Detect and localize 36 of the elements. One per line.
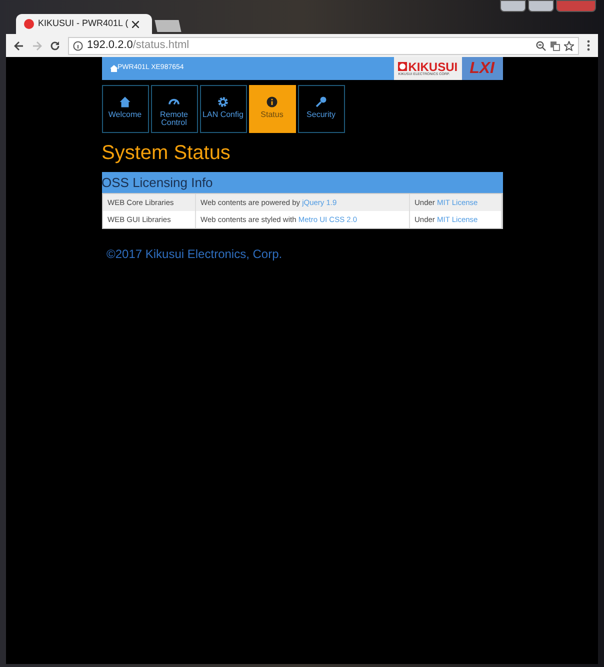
address-bar[interactable]: 192.0.2.0/status.html [68, 36, 579, 54]
tab-title: KIKUSUI - PWR401L ( [38, 17, 128, 30]
zoom-out-icon[interactable] [536, 40, 546, 50]
info-icon [73, 40, 83, 50]
back-icon[interactable] [14, 40, 24, 50]
panel-title: OSS Licensing Info [102, 174, 213, 192]
nav-tile[interactable]: Remote Control [150, 85, 198, 133]
close-icon[interactable] [132, 20, 140, 28]
browser-tab[interactable]: KIKUSUI - PWR401L ( [16, 14, 152, 34]
gear-icon [217, 96, 229, 108]
url-text: 192.0.2.0/status.html [87, 38, 190, 54]
translate-icon[interactable] [550, 40, 560, 50]
nav-label: Status [260, 111, 284, 119]
nav-label: LAN Config [202, 111, 244, 119]
copyright-text: ©2017 Kikusui Electronics, Corp. [106, 246, 284, 263]
star-icon[interactable] [564, 40, 574, 50]
nav-tile[interactable]: Status [248, 85, 296, 133]
nav-tile[interactable]: Welcome [102, 85, 148, 133]
nav-tile[interactable]: Security [298, 85, 344, 133]
nav-label: Remote Control [158, 111, 189, 127]
new-tab-button[interactable] [154, 20, 182, 32]
home-icon [110, 65, 118, 72]
menu-icon[interactable] [587, 40, 590, 51]
minimize-button[interactable] [500, 0, 526, 12]
nav-label: Welcome [108, 111, 142, 119]
reload-icon[interactable] [50, 40, 60, 50]
logo-icon [398, 62, 408, 72]
key-icon [315, 96, 327, 108]
nav-tile[interactable]: LAN Config [200, 85, 246, 133]
home-icon [119, 96, 131, 108]
page-title: System Status [102, 141, 232, 166]
lxi-logo: LXI [462, 57, 502, 80]
maximize-button[interactable] [528, 0, 554, 12]
nav-label: Security [306, 111, 336, 119]
logo-icon [24, 19, 34, 29]
info-icon [266, 96, 278, 108]
